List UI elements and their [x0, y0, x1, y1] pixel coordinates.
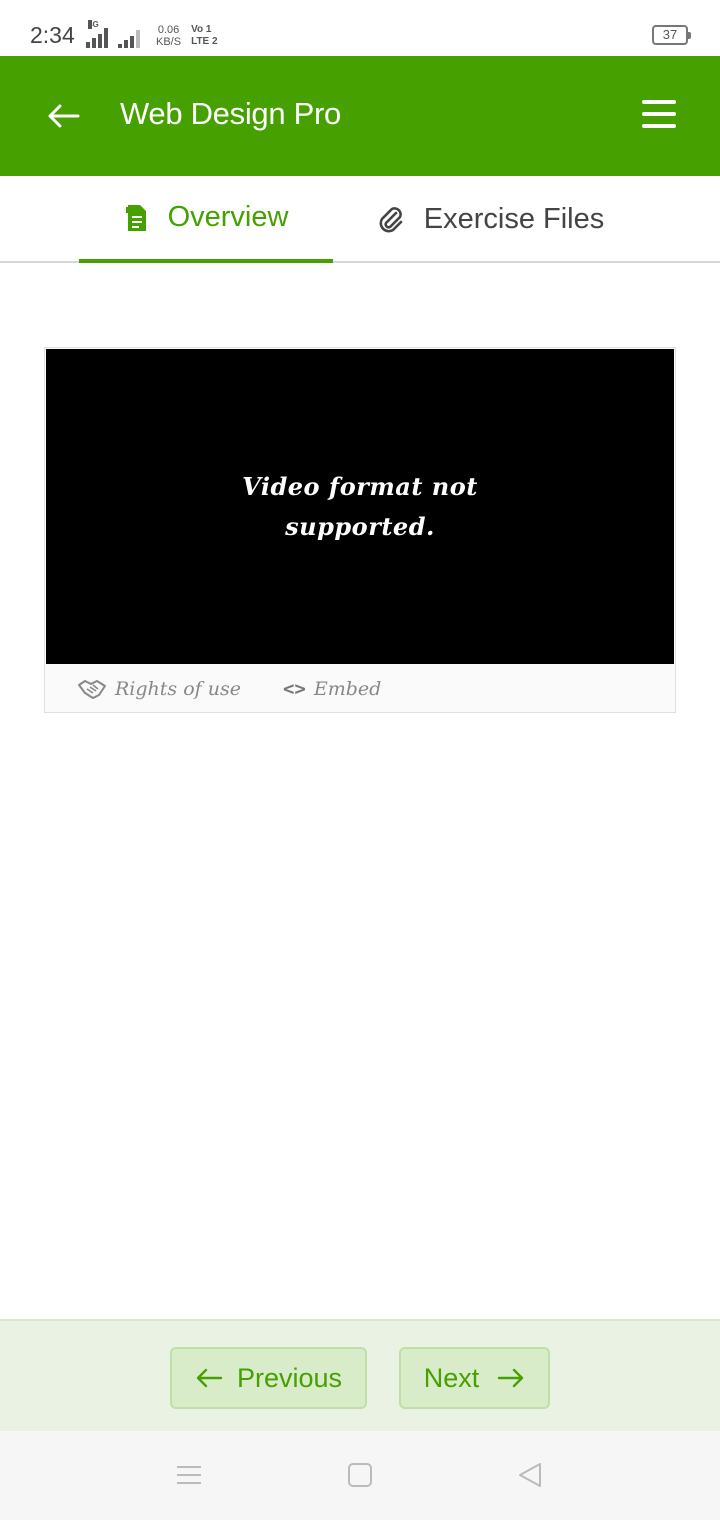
network-speed: 0.06 KB/S — [156, 24, 181, 48]
network-speed-unit: KB/S — [156, 36, 182, 48]
volte-indicator: Vo 1 LTE 2 — [191, 24, 217, 48]
back-triangle-icon — [519, 1463, 541, 1487]
signal-strength-icon: 4G — [86, 20, 108, 48]
menu-button[interactable] — [642, 100, 676, 132]
status-bar: 2:34 4G 0.06 KB/S Vo 1 LTE 2 37 — [0, 0, 720, 56]
tab-overview-label: Overview — [167, 201, 289, 233]
battery-icon: 37 — [652, 25, 691, 45]
arrow-left-icon — [195, 1367, 223, 1389]
video-error-message: Video format not supported. — [242, 471, 478, 541]
document-icon — [124, 203, 150, 233]
status-icons: 4G 0.06 KB/S Vo 1 LTE 2 — [86, 20, 218, 48]
rights-of-use-label: Rights of use — [115, 678, 241, 700]
back-button[interactable] — [40, 94, 88, 138]
handshake-icon — [77, 677, 107, 701]
system-back-button[interactable] — [516, 1461, 544, 1494]
volte-top: Vo 1 — [191, 24, 212, 35]
tab-exercise-files-label: Exercise Files — [423, 203, 605, 235]
paperclip-icon — [376, 205, 406, 235]
tab-overview[interactable]: Overview — [79, 176, 333, 263]
app-bar: Web Design Pro — [0, 56, 720, 176]
arrow-right-icon — [497, 1367, 525, 1389]
network-speed-value: 0.06 — [157, 24, 180, 36]
home-square-icon — [348, 1463, 372, 1487]
next-label: Next — [423, 1362, 480, 1393]
hamburger-menu-icon — [642, 100, 676, 128]
lesson-navigation: Previous Next — [0, 1319, 720, 1431]
code-icon: <> — [282, 678, 306, 700]
video-footer: Rights of use <> Embed — [45, 666, 675, 712]
recents-menu-icon — [177, 1466, 201, 1484]
next-button[interactable]: Next — [399, 1347, 550, 1409]
tab-bar: Overview Exercise Files — [0, 176, 720, 263]
embed-link[interactable]: <> Embed — [283, 678, 381, 700]
system-navigation-bar — [0, 1431, 720, 1520]
status-time: 2:34 — [30, 22, 75, 48]
volte-bottom: LTE 2 — [191, 36, 218, 47]
network-type-label: 4G — [88, 20, 99, 29]
rights-of-use-link[interactable]: Rights of use — [77, 677, 241, 701]
previous-label: Previous — [236, 1362, 343, 1393]
previous-button[interactable]: Previous — [170, 1347, 367, 1409]
app-title: Web Design Pro — [120, 96, 341, 131]
system-recents-button[interactable] — [175, 1461, 203, 1494]
system-home-button[interactable] — [346, 1461, 374, 1494]
video-player[interactable]: Video format not supported. — [46, 349, 674, 664]
embed-label: Embed — [313, 678, 382, 700]
arrow-left-icon — [48, 104, 80, 128]
signal-strength-2-icon — [118, 26, 140, 48]
tab-exercise-files[interactable]: Exercise Files — [360, 176, 620, 263]
video-card: Video format not supported. Rights of us… — [44, 347, 676, 713]
